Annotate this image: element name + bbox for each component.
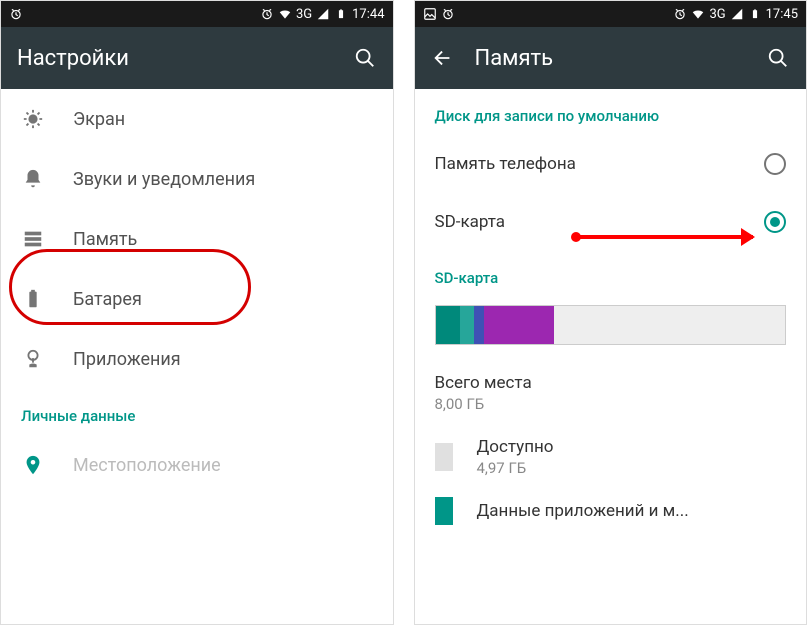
phone-right: 3G 17:45 Память Диск для записи по умолч… [414,0,807,625]
storage-seg [436,306,460,344]
statusbar: 3G 17:44 [1,1,393,27]
signal-icon [730,7,744,21]
statusbar: 3G 17:45 [415,1,807,27]
radio-icon [764,153,786,175]
image-icon [423,7,437,21]
clock: 17:44 [352,7,384,22]
battery-icon [748,7,762,21]
color-swatch [435,443,453,471]
stat-appdata[interactable]: Данные приложений и м... [415,487,807,535]
alarm-icon [260,7,274,21]
settings-item-display[interactable]: Экран [1,89,393,149]
settings-item-battery[interactable]: Батарея [1,269,393,329]
storage-settings: Диск для записи по умолчанию Память теле… [415,89,807,624]
storage-seg [474,306,484,344]
alarm-icon [441,7,455,21]
radio-label: Память телефона [435,154,749,174]
page-title: Настройки [17,46,333,71]
network-label: 3G [709,7,725,22]
apps-icon [21,347,45,371]
location-icon [21,453,45,477]
battery-icon [334,7,348,21]
alarm-icon [673,7,687,21]
storage-seg [484,306,554,344]
search-button[interactable] [353,46,377,70]
settings-item-label: Экран [73,109,125,130]
stat-available[interactable]: Доступно 4,97 ГБ [415,427,807,487]
color-swatch [435,497,453,525]
wifi-icon [691,7,705,21]
wifi-icon [278,7,292,21]
settings-item-label: Местоположение [73,455,221,476]
search-button[interactable] [766,46,790,70]
section-default-disk: Диск для записи по умолчанию [415,89,807,135]
storage-bar [435,305,787,345]
appbar: Настройки [1,27,393,89]
settings-list: Экран Звуки и уведомления Память Батарея… [1,89,393,624]
settings-item-label: Приложения [73,349,181,370]
radio-icon [764,211,786,233]
brightness-icon [21,107,45,131]
stat-total: Всего места 8,00 ГБ [415,363,807,427]
appbar: Память [415,27,807,89]
storage-seg [554,306,785,344]
stat-label: Всего места [435,373,787,393]
settings-item-sound[interactable]: Звуки и уведомления [1,149,393,209]
back-button[interactable] [431,46,455,70]
page-title: Память [475,46,747,71]
stat-label: Доступно [477,437,554,457]
settings-item-location[interactable]: Местоположение [1,435,393,495]
bell-icon [21,167,45,191]
section-personal: Личные данные [1,389,393,435]
stat-value: 8,00 ГБ [435,395,787,413]
stat-value: 4,97 ГБ [477,459,554,477]
radio-label: SD-карта [435,212,749,232]
settings-item-apps[interactable]: Приложения [1,329,393,389]
radio-sd-card[interactable]: SD-карта [415,193,807,251]
settings-item-storage[interactable]: Память [1,209,393,269]
radio-phone-storage[interactable]: Память телефона [415,135,807,193]
settings-item-label: Звуки и уведомления [73,169,255,190]
clock: 17:45 [766,7,798,22]
alarm-icon [9,7,23,21]
settings-item-label: Батарея [73,289,142,310]
network-label: 3G [296,7,312,22]
phone-left: 3G 17:44 Настройки Экран Звуки и ув [0,0,394,625]
battery-icon [21,287,45,311]
storage-seg [460,306,474,344]
stat-label: Данные приложений и м... [477,501,689,521]
settings-item-label: Память [73,229,137,250]
signal-icon [316,7,330,21]
storage-icon [21,227,45,251]
section-sd: SD-карта [415,251,807,297]
